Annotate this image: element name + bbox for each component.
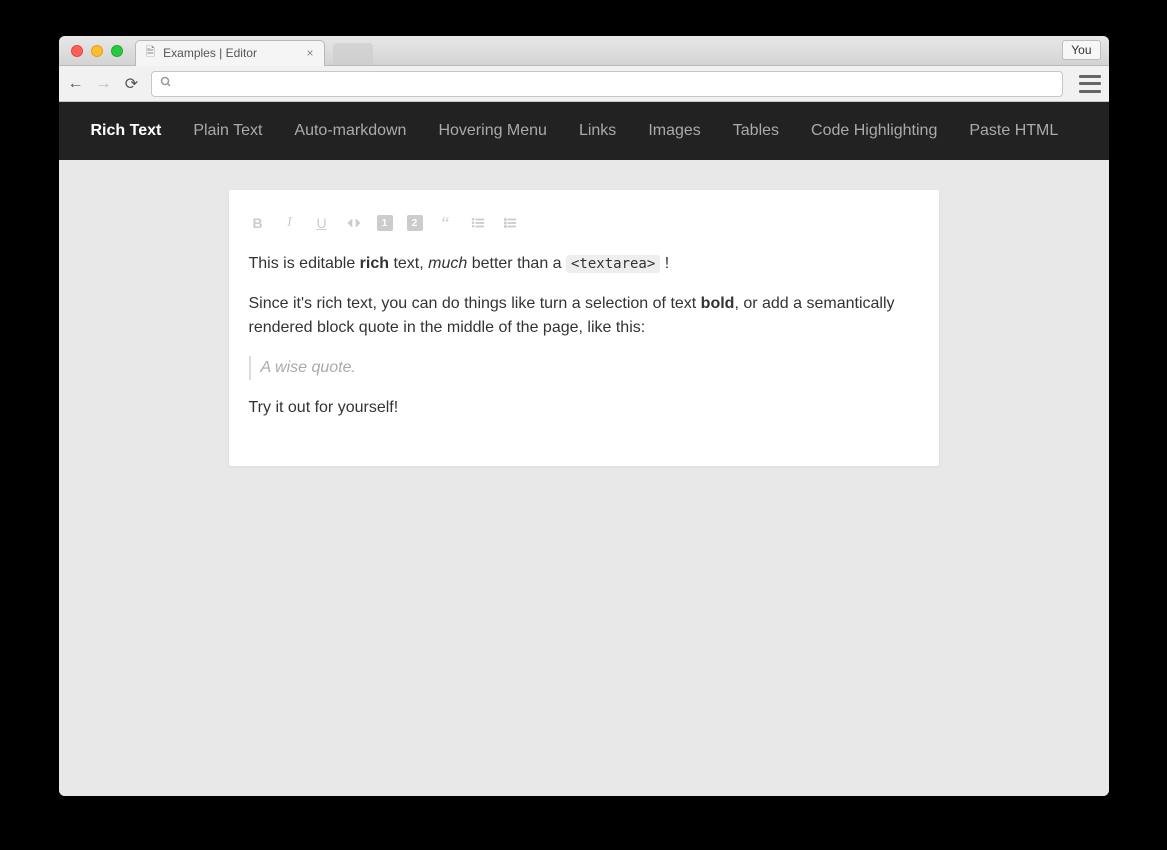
bulleted-list-button[interactable] [501, 214, 519, 232]
text: Try it out for yourself! [249, 399, 399, 416]
code-text: <textarea> [566, 255, 660, 273]
new-tab-button[interactable] [333, 43, 373, 65]
maximize-window-button[interactable] [111, 45, 123, 57]
text: Since it's rich text, you can do things … [249, 295, 701, 312]
nav-plain-text[interactable]: Plain Text [193, 122, 262, 140]
text: text, [389, 255, 428, 272]
italic-text: much [428, 255, 467, 272]
nav-rich-text[interactable]: Rich Text [91, 122, 162, 140]
content-area: B I U 1 2 “ [59, 160, 1109, 496]
profile-badge[interactable]: You [1062, 40, 1100, 60]
paragraph[interactable]: This is editable rich text, much better … [249, 252, 919, 276]
forward-button[interactable]: → [95, 75, 113, 93]
close-tab-icon[interactable]: × [306, 46, 313, 60]
nav-hovering-menu[interactable]: Hovering Menu [438, 122, 547, 140]
bold-text: rich [360, 255, 389, 272]
quote-text: A wise quote. [261, 359, 356, 376]
search-icon [160, 76, 172, 91]
nav-images[interactable]: Images [648, 122, 700, 140]
viewport: Rich Text Plain Text Auto-markdown Hover… [59, 102, 1109, 796]
browser-tab[interactable]: 🗎 Examples | Editor × [135, 40, 325, 66]
text: better than a [467, 255, 566, 272]
reload-button[interactable]: ⟳ [123, 74, 141, 94]
bold-text: bold [701, 295, 735, 312]
tab-title: Examples | Editor [163, 46, 257, 60]
blockquote[interactable]: A wise quote. [249, 356, 919, 380]
nav-tables[interactable]: Tables [733, 122, 779, 140]
close-window-button[interactable] [71, 45, 83, 57]
address-bar[interactable] [151, 71, 1063, 97]
text: ! [660, 255, 669, 272]
window-controls [71, 45, 123, 57]
nav-links[interactable]: Links [579, 122, 616, 140]
nav-auto-markdown[interactable]: Auto-markdown [294, 122, 406, 140]
titlebar: 🗎 Examples | Editor × You [59, 36, 1109, 66]
editor-card: B I U 1 2 “ [229, 190, 939, 466]
nav-code-highlighting[interactable]: Code Highlighting [811, 122, 937, 140]
underline-button[interactable]: U [313, 214, 331, 232]
editor-toolbar: B I U 1 2 “ [249, 210, 919, 252]
nav-paste-html[interactable]: Paste HTML [969, 122, 1058, 140]
text: This is editable [249, 255, 360, 272]
code-button[interactable] [345, 214, 363, 232]
heading-one-button[interactable]: 1 [377, 215, 393, 231]
menu-icon[interactable] [1079, 75, 1101, 93]
paragraph[interactable]: Since it's rich text, you can do things … [249, 292, 919, 340]
browser-window: 🗎 Examples | Editor × You ← → ⟳ Rich Tex… [59, 36, 1109, 796]
editor-body[interactable]: This is editable rich text, much better … [249, 252, 919, 420]
minimize-window-button[interactable] [91, 45, 103, 57]
paragraph[interactable]: Try it out for yourself! [249, 396, 919, 420]
numbered-list-button[interactable] [469, 214, 487, 232]
browser-toolbar: ← → ⟳ [59, 66, 1109, 102]
bold-button[interactable]: B [249, 214, 267, 232]
heading-two-button[interactable]: 2 [407, 215, 423, 231]
app-nav: Rich Text Plain Text Auto-markdown Hover… [59, 102, 1109, 160]
blockquote-button[interactable]: “ [437, 214, 455, 232]
page-icon: 🗎 [146, 43, 156, 64]
italic-button[interactable]: I [281, 214, 299, 232]
back-button[interactable]: ← [67, 75, 85, 93]
